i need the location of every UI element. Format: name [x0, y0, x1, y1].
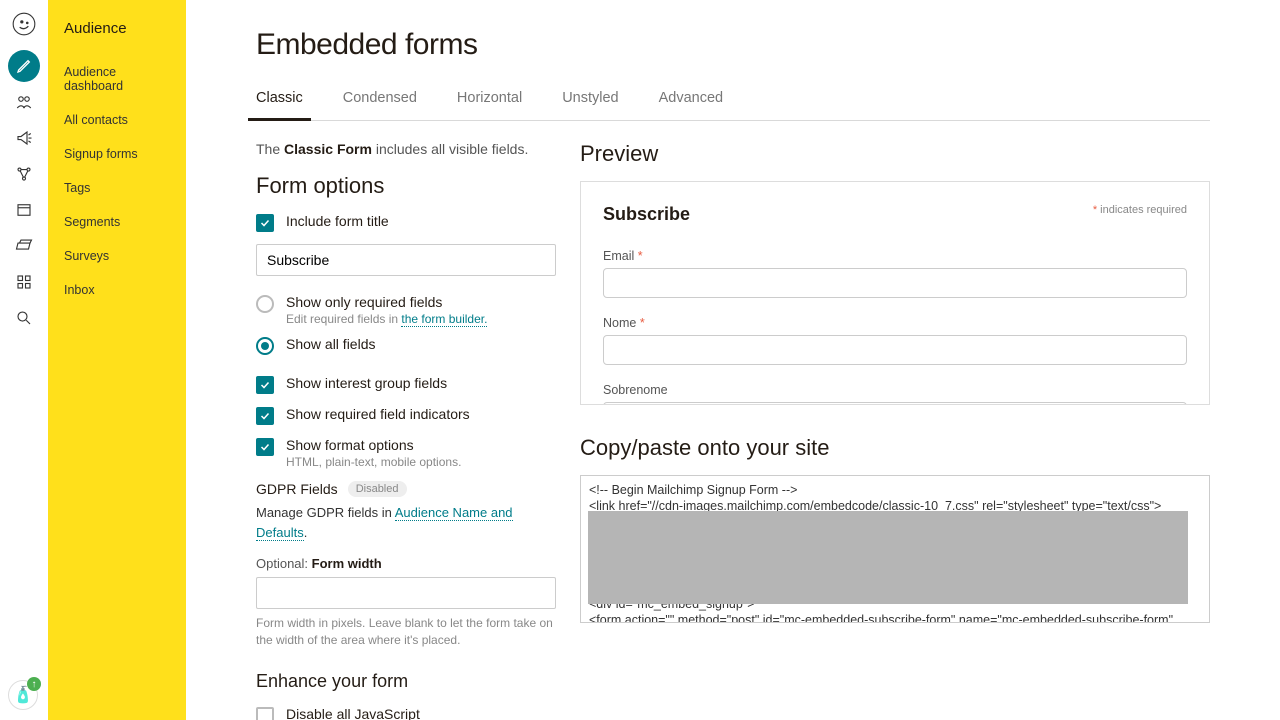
required-note: * indicates required: [1093, 204, 1187, 216]
subnav-item-signup-forms[interactable]: Signup forms: [48, 137, 186, 171]
preview-label-email: Email *: [603, 249, 1187, 263]
integrations-icon: [15, 273, 33, 291]
show-required-label: Show only required fields: [286, 294, 487, 310]
tab-unstyled[interactable]: Unstyled: [562, 90, 618, 120]
rail-create[interactable]: [8, 50, 40, 82]
checkbox-interest-groups[interactable]: [256, 376, 274, 394]
megaphone-icon: [15, 129, 33, 147]
subnav-item-segments[interactable]: Segments: [48, 205, 186, 239]
preview-heading: Preview: [580, 141, 1210, 167]
check-icon: [259, 379, 271, 391]
pencil-icon: [16, 58, 32, 74]
float-badge-up: ↑: [27, 677, 41, 691]
gdpr-text: Manage GDPR fields in Audience Name and …: [256, 503, 556, 542]
tab-classic[interactable]: Classic: [256, 90, 303, 120]
main-content: Embedded forms Classic Condensed Horizon…: [186, 0, 1280, 720]
subnav-item-surveys[interactable]: Surveys: [48, 239, 186, 273]
classic-note: The Classic Form includes all visible fi…: [256, 141, 556, 157]
rail-content[interactable]: [0, 228, 48, 264]
logo-mailchimp[interactable]: [8, 8, 40, 40]
preview-label-nome: Nome *: [603, 316, 1187, 330]
preview-input-email[interactable]: [603, 268, 1187, 298]
rail-website[interactable]: [0, 192, 48, 228]
help-float-button[interactable]: 🧴 ↑: [8, 680, 38, 710]
copy-heading: Copy/paste onto your site: [580, 435, 1210, 461]
show-all-label: Show all fields: [286, 336, 376, 352]
disable-js-label: Disable all JavaScript: [286, 706, 521, 720]
website-icon: [15, 201, 33, 219]
radio-show-required[interactable]: [256, 295, 274, 313]
form-builder-link[interactable]: the form builder.: [401, 312, 487, 327]
check-icon: [259, 441, 271, 453]
subnav-title: Audience: [48, 10, 186, 55]
title-input[interactable]: [256, 244, 556, 276]
subnav-item-tags[interactable]: Tags: [48, 171, 186, 205]
preview-column: Preview * indicates required Subscribe E…: [580, 141, 1210, 720]
include-title-label: Include form title: [286, 213, 389, 229]
subnav-item-dashboard[interactable]: Audience dashboard: [48, 55, 186, 103]
enhance-heading: Enhance your form: [256, 671, 556, 692]
required-indicators-label: Show required field indicators: [286, 406, 470, 422]
format-options-label: Show format options: [286, 437, 461, 453]
tab-advanced[interactable]: Advanced: [659, 90, 724, 120]
tabs: Classic Condensed Horizontal Unstyled Ad…: [256, 90, 1210, 121]
subnav-item-contacts[interactable]: All contacts: [48, 103, 186, 137]
radio-show-all[interactable]: [256, 337, 274, 355]
content-icon: [15, 237, 33, 255]
rail-audience[interactable]: [0, 84, 48, 120]
checkbox-include-title[interactable]: [256, 214, 274, 232]
width-input[interactable]: [256, 577, 556, 609]
width-label: Optional: Form width: [256, 556, 556, 571]
sub-nav: Audience Audience dashboard All contacts…: [48, 0, 186, 720]
checkbox-format-options[interactable]: [256, 438, 274, 456]
automations-icon: [15, 165, 33, 183]
check-icon: [259, 217, 271, 229]
preview-input-nome[interactable]: [603, 335, 1187, 365]
form-options-column: The Classic Form includes all visible fi…: [256, 141, 556, 720]
check-icon: [259, 410, 271, 422]
gdpr-badge: Disabled: [348, 481, 407, 497]
rail-integrations[interactable]: [0, 264, 48, 300]
preview-label-sobrenome: Sobrenome: [603, 383, 1187, 397]
page-title: Embedded forms: [256, 28, 1210, 62]
checkbox-required-indicators[interactable]: [256, 407, 274, 425]
search-icon: [15, 309, 33, 327]
gdpr-label: GDPR Fields: [256, 481, 338, 497]
interest-groups-label: Show interest group fields: [286, 375, 447, 391]
rail-automations[interactable]: [0, 156, 48, 192]
preview-input-sobrenome[interactable]: [603, 402, 1187, 405]
checkbox-disable-js[interactable]: [256, 707, 274, 720]
edit-required-note: Edit required fields in the form builder…: [286, 312, 487, 326]
format-options-sub: HTML, plain-text, mobile options.: [286, 455, 461, 469]
tab-horizontal[interactable]: Horizontal: [457, 90, 522, 120]
preview-frame[interactable]: * indicates required Subscribe Email * N…: [580, 181, 1210, 405]
icon-rail: [0, 0, 48, 720]
audience-icon: [15, 93, 33, 111]
rail-campaigns[interactable]: [0, 120, 48, 156]
tab-condensed[interactable]: Condensed: [343, 90, 417, 120]
mailchimp-icon: [11, 11, 37, 37]
subnav-item-inbox[interactable]: Inbox: [48, 273, 186, 307]
rail-search[interactable]: [0, 300, 48, 336]
form-options-heading: Form options: [256, 173, 556, 199]
width-help: Form width in pixels. Leave blank to let…: [256, 615, 556, 649]
code-textarea[interactable]: [580, 475, 1210, 623]
